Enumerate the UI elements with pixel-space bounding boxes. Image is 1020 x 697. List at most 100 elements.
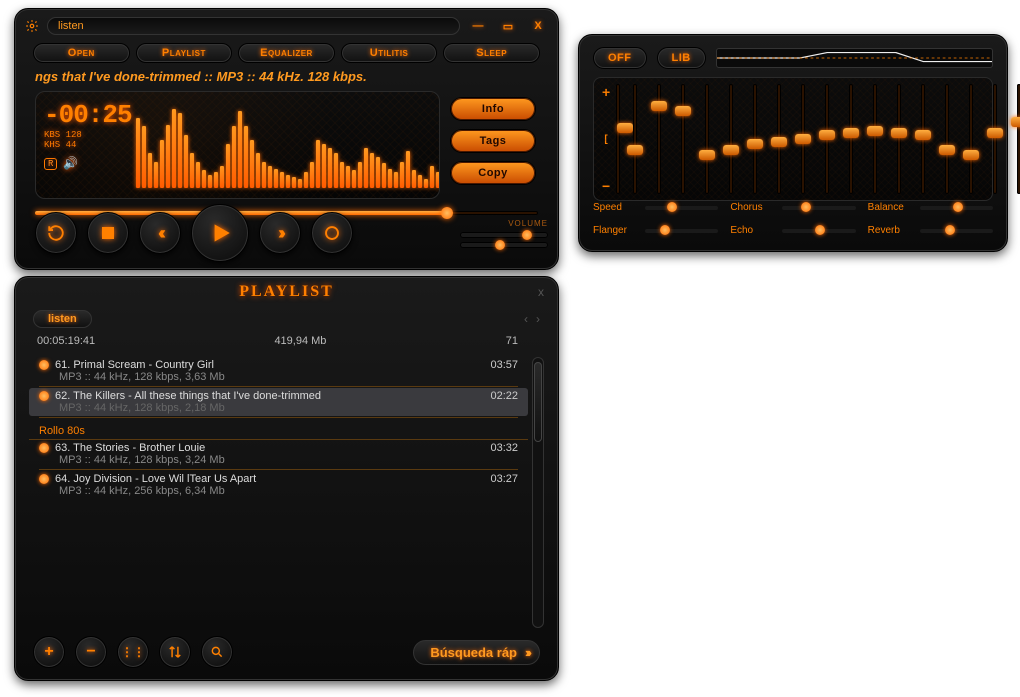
play-button[interactable] xyxy=(191,204,249,262)
eq-band-slider[interactable] xyxy=(770,84,788,194)
eq-band-slider[interactable] xyxy=(890,84,908,194)
maximize-button[interactable]: ▭ xyxy=(496,17,520,35)
preamp-slider[interactable] xyxy=(616,84,620,194)
eq-band-slider[interactable] xyxy=(746,84,764,194)
shuffle-button[interactable] xyxy=(311,212,353,254)
balance-slider[interactable] xyxy=(460,242,548,248)
spectrum-bar xyxy=(166,125,170,188)
settings-icon[interactable] xyxy=(23,17,41,35)
tags-button[interactable]: Tags xyxy=(450,129,536,153)
minimize-button[interactable]: — xyxy=(466,17,490,35)
quick-search[interactable]: Búsqueda ráp ››› xyxy=(413,640,540,665)
flanger-knob[interactable]: Flanger xyxy=(593,220,718,241)
eq-band-slider[interactable] xyxy=(866,84,884,194)
eq-band-slider[interactable] xyxy=(794,84,812,194)
playlist-scrollbar[interactable] xyxy=(532,357,544,628)
quick-search-label: Búsqueda ráp xyxy=(430,645,517,660)
info-button[interactable]: Info xyxy=(450,97,536,121)
eq-band-slider[interactable] xyxy=(986,84,1004,194)
speed-knob[interactable]: Speed xyxy=(593,197,718,218)
track-meta: MP3 :: 44 kHz, 128 kbps, 3,24 Mb xyxy=(39,454,518,466)
spectrum-bar xyxy=(382,163,386,188)
eq-band-slider[interactable] xyxy=(722,84,740,194)
eq-curve-preview xyxy=(716,48,993,68)
open-button[interactable]: Open xyxy=(33,43,130,63)
spectrum-bar xyxy=(280,172,284,188)
remove-button[interactable]: − xyxy=(75,636,107,668)
spectrum-bar xyxy=(304,172,308,188)
playlist-list: 61. Primal Scream - Country Girl03:57MP3… xyxy=(29,357,528,628)
playlist-item[interactable]: 61. Primal Scream - Country Girl03:57MP3… xyxy=(29,357,528,385)
spectrum-bar xyxy=(400,162,404,188)
playlist-item[interactable]: 62. The Killers - All these things that … xyxy=(29,388,528,416)
repeat-flag[interactable]: R xyxy=(44,158,57,170)
speaker-icon[interactable]: 🔊 xyxy=(63,156,78,171)
stop-button[interactable] xyxy=(87,212,129,254)
list-button[interactable]: ⋮⋮ xyxy=(117,636,149,668)
eq-band-slider[interactable] xyxy=(938,84,956,194)
playlist-title: PLAYLIST xyxy=(239,283,334,301)
playlist-close-icon[interactable]: x xyxy=(538,285,544,299)
eq-band-slider[interactable] xyxy=(914,84,932,194)
close-button[interactable]: X xyxy=(526,17,550,35)
copy-button[interactable]: Copy xyxy=(450,161,536,185)
spectrum-bar xyxy=(334,153,338,188)
search-button[interactable] xyxy=(201,636,233,668)
volume-slider[interactable] xyxy=(460,232,548,238)
chorus-knob[interactable]: Chorus xyxy=(730,197,855,218)
sleep-button[interactable]: Sleep xyxy=(443,43,540,63)
balance-knob[interactable]: Balance xyxy=(868,197,993,218)
window-title: listen xyxy=(47,17,460,35)
spectrum-bar xyxy=(424,179,428,188)
prev-button[interactable]: ‹‹ xyxy=(139,212,181,254)
spectrum-bar xyxy=(142,126,146,188)
eq-band-slider[interactable] xyxy=(698,84,716,194)
spectrum-bar xyxy=(394,172,398,188)
playlist-prev-icon[interactable]: ‹ xyxy=(524,312,528,326)
spectrum-bar xyxy=(406,151,410,188)
time-block: -00:25 KBS 128 KHS 44 R 🔊 xyxy=(42,96,132,194)
track-title: 62. The Killers - All these things that … xyxy=(55,390,484,402)
eq-lib-button[interactable]: LIB xyxy=(657,47,706,69)
playlist-window: PLAYLIST x listen ‹ › 00:05:19:41 419,94… xyxy=(14,276,559,681)
spectrum-bar xyxy=(274,169,278,188)
add-button[interactable]: + xyxy=(33,636,65,668)
spectrum-bar xyxy=(244,126,248,188)
eq-band-slider[interactable] xyxy=(842,84,860,194)
spectrum-bar xyxy=(178,113,182,188)
titlebar: listen — ▭ X xyxy=(23,15,550,37)
playlist-name: listen xyxy=(33,310,92,328)
next-button[interactable]: ›› xyxy=(259,212,301,254)
spectrum-bar xyxy=(328,148,332,188)
playlist-button[interactable]: Playlist xyxy=(136,43,233,63)
menubar: Open Playlist Equalizer Utilitis Sleep xyxy=(33,43,540,67)
playlist-next-icon[interactable]: › xyxy=(536,312,540,326)
echo-knob[interactable]: Echo xyxy=(730,220,855,241)
playlist-item[interactable]: 64. Joy Division - Love Wil lTear Us Apa… xyxy=(29,471,528,499)
playlist-toolbar: + − ⋮⋮ Búsqueda ráp ››› xyxy=(33,634,540,670)
utilities-button[interactable]: Utilitis xyxy=(341,43,438,63)
reverb-knob[interactable]: Reverb xyxy=(868,220,993,241)
samplerate-line: KHS 44 xyxy=(44,140,132,150)
spectrum-bar xyxy=(250,140,254,188)
eq-band-slider[interactable] xyxy=(818,84,836,194)
playlist-item[interactable]: 63. The Stories - Brother Louie03:32MP3 … xyxy=(29,440,528,468)
eq-band-slider[interactable] xyxy=(674,84,692,194)
spectrum-bar xyxy=(160,140,164,188)
eq-band-slider[interactable] xyxy=(962,84,980,194)
equalizer-header: OFF LIB xyxy=(593,45,993,71)
eq-off-button[interactable]: OFF xyxy=(593,47,647,69)
minus-icon: − xyxy=(602,178,610,194)
transport-controls: ‹‹ ›› VOLUME xyxy=(35,207,548,259)
spectrum-bar xyxy=(190,153,194,188)
eq-band-slider[interactable] xyxy=(626,84,644,194)
side-buttons: Info Tags Copy xyxy=(450,97,536,185)
eq-band-slider[interactable] xyxy=(1010,84,1020,194)
spectrum-bar xyxy=(202,170,206,188)
repeat-button[interactable] xyxy=(35,212,77,254)
plus-icon: + xyxy=(602,84,610,100)
eq-band-slider[interactable] xyxy=(650,84,668,194)
sort-button[interactable] xyxy=(159,636,191,668)
equalizer-button[interactable]: Equalizer xyxy=(238,43,335,63)
playlist-total-time: 00:05:19:41 xyxy=(37,335,95,353)
